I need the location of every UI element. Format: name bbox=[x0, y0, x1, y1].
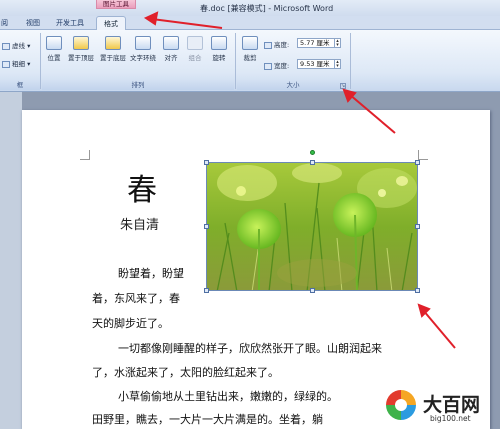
position-icon bbox=[46, 36, 62, 50]
resize-handle-bottom-right[interactable] bbox=[415, 288, 420, 293]
height-icon bbox=[264, 41, 272, 49]
group-separator bbox=[40, 33, 41, 89]
bring-to-front-button[interactable]: 置于顶层 bbox=[66, 36, 96, 62]
height-spinner[interactable]: ▴ ▾ bbox=[334, 39, 340, 48]
height-label: 高度: bbox=[264, 39, 289, 49]
grass-leaf-photo bbox=[207, 163, 417, 290]
crop-icon bbox=[242, 36, 258, 50]
picture-tools-context-label: 图片工具 bbox=[96, 0, 136, 9]
text-wrapping-button[interactable]: 文字环绕 bbox=[128, 36, 158, 62]
paragraph-line: 盼望着，盼望 bbox=[118, 267, 184, 280]
resize-handle-top[interactable] bbox=[310, 160, 315, 165]
text-wrap-icon bbox=[135, 36, 151, 50]
dash-icon bbox=[2, 42, 10, 50]
height-input[interactable]: 5.77 厘米 ▴ ▾ bbox=[297, 38, 341, 48]
crop-button[interactable]: 裁剪 bbox=[238, 36, 262, 62]
ribbon: 虚线 ▾ 粗细 ▾ 框 位置 置于顶层 置于底层 文字环绕 对齐 组合 旋转 排… bbox=[0, 30, 500, 92]
picture-border-weight-button[interactable]: 粗细 ▾ bbox=[2, 58, 30, 68]
position-button[interactable]: 位置 bbox=[44, 36, 64, 62]
paragraph-line: 天的脚步近了。 bbox=[92, 317, 169, 330]
resize-handle-bottom[interactable] bbox=[310, 288, 315, 293]
tab-view[interactable]: 视图 bbox=[26, 18, 40, 28]
size-dialog-launcher-icon[interactable]: ↘ bbox=[340, 83, 346, 89]
tab-developer[interactable]: 开发工具 bbox=[56, 18, 84, 28]
paragraph-line: 一切都像刚睡醒的样子，欣欣然张开了眼。山朗润起来 bbox=[118, 342, 382, 355]
size-group-label: 大小 bbox=[237, 80, 349, 90]
document-heading: 春 bbox=[127, 173, 157, 208]
watermark-logo-icon bbox=[386, 390, 416, 420]
window-title: 春.doc [兼容模式] - Microsoft Word bbox=[200, 4, 334, 13]
group-icon bbox=[187, 36, 203, 50]
paragraph-line: 了，水涨起来了，太阳的脸红起来了。 bbox=[92, 366, 279, 379]
rotate-icon bbox=[211, 36, 227, 50]
page-corner-mark bbox=[418, 150, 428, 160]
align-button[interactable]: 对齐 bbox=[160, 36, 182, 62]
tab-format[interactable]: 格式 bbox=[96, 16, 126, 31]
width-input[interactable]: 9.53 厘米 ▴ ▾ bbox=[297, 59, 341, 69]
paragraph-line: 小草偷偷地从土里钻出来，嫩嫩的，绿绿的。 bbox=[118, 390, 338, 403]
resize-handle-right[interactable] bbox=[415, 224, 420, 229]
resize-handle-top-right[interactable] bbox=[415, 160, 420, 165]
page-corner-mark bbox=[80, 150, 90, 160]
ribbon-tab-row: 阅 视图 开发工具 格式 bbox=[0, 16, 500, 31]
resize-handle-left[interactable] bbox=[204, 224, 209, 229]
tab-review[interactable]: 阅 bbox=[1, 18, 8, 28]
bring-to-front-icon bbox=[73, 36, 89, 50]
title-bar: 图片工具 春.doc [兼容模式] - Microsoft Word bbox=[0, 0, 500, 16]
send-to-back-button[interactable]: 置于底层 bbox=[98, 36, 128, 62]
paragraph-line: 着，东风来了，春 bbox=[92, 292, 180, 305]
width-label: 宽度: bbox=[264, 60, 289, 70]
selected-picture[interactable] bbox=[206, 162, 418, 291]
resize-handle-bottom-left[interactable] bbox=[204, 288, 209, 293]
document-author: 朱自清 bbox=[120, 218, 160, 233]
picture-border-dash-button[interactable]: 虚线 ▾ bbox=[2, 40, 30, 50]
arrange-group-label: 排列 bbox=[42, 80, 234, 90]
group-separator bbox=[350, 33, 351, 89]
width-spinner[interactable]: ▴ ▾ bbox=[334, 60, 340, 69]
paragraph-line: 田野里，瞧去，一大片一大片满是的。坐着，躺 bbox=[92, 413, 323, 426]
rotate-button[interactable]: 旋转 bbox=[208, 36, 230, 62]
group-button[interactable]: 组合 bbox=[184, 36, 206, 62]
width-icon bbox=[264, 62, 272, 70]
left-ruler-strip bbox=[0, 92, 22, 429]
group-separator bbox=[235, 33, 236, 89]
send-to-back-icon bbox=[105, 36, 121, 50]
picture-styles-group-label: 框 bbox=[0, 80, 40, 90]
weight-icon bbox=[2, 60, 10, 68]
watermark-url: big100.net bbox=[430, 414, 471, 423]
rotate-handle[interactable] bbox=[310, 150, 315, 155]
watermark-name: 大百网 bbox=[423, 394, 481, 416]
resize-handle-top-left[interactable] bbox=[204, 160, 209, 165]
align-icon bbox=[163, 36, 179, 50]
